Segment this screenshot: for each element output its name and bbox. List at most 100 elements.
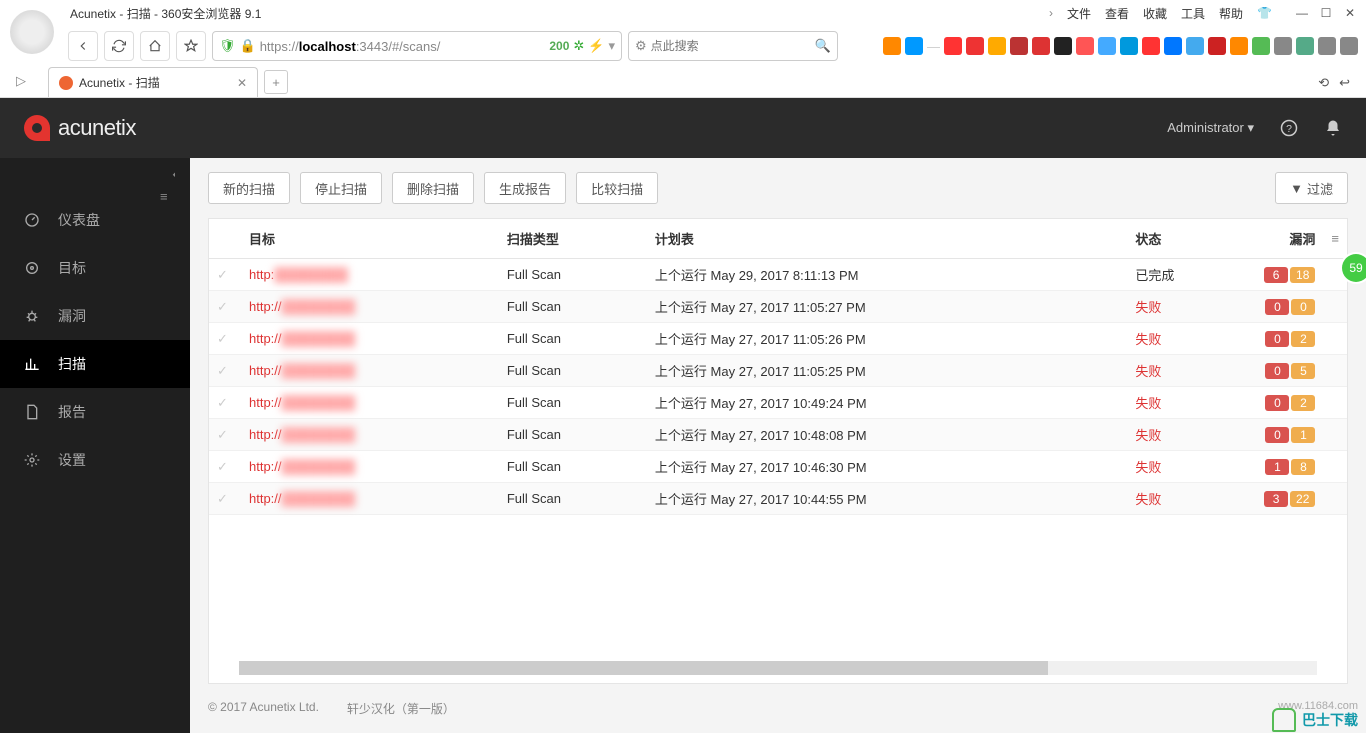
menu-tools[interactable]: 工具	[1181, 5, 1205, 22]
extension-icon[interactable]	[1274, 37, 1292, 55]
table-row[interactable]: ✓http://████████Full Scan上个运行 May 27, 20…	[209, 483, 1347, 515]
cell-scan-type: Full Scan	[499, 355, 647, 387]
extension-icon[interactable]	[1076, 37, 1094, 55]
extension-icon[interactable]	[1296, 37, 1314, 55]
table-row[interactable]: ✓http:████████Full Scan上个运行 May 29, 2017…	[209, 259, 1347, 291]
dropdown-icon[interactable]: ▾	[608, 38, 615, 54]
menu-fav[interactable]: 收藏	[1143, 5, 1167, 22]
cell-target[interactable]: http://████████	[241, 451, 499, 483]
browser-avatar[interactable]	[10, 10, 54, 54]
sidebar-item-targets[interactable]: 目标	[0, 244, 190, 292]
menu-file[interactable]: 文件	[1067, 5, 1091, 22]
close-window-icon[interactable]: ✕	[1342, 5, 1358, 21]
delete-scan-button[interactable]: 删除扫描	[392, 172, 474, 204]
address-bar[interactable]: 🛡 🔒 https://localhost:3443/#/scans/ 200 …	[212, 31, 622, 61]
extension-icon[interactable]	[1208, 37, 1226, 55]
table-row[interactable]: ✓http://████████Full Scan上个运行 May 27, 20…	[209, 419, 1347, 451]
extension-icon[interactable]	[1186, 37, 1204, 55]
check-icon[interactable]: ✓	[217, 299, 233, 315]
col-checkbox[interactable]	[209, 219, 241, 259]
extension-icon[interactable]	[1230, 37, 1248, 55]
extension-icon[interactable]	[1054, 37, 1072, 55]
extension-icon[interactable]	[944, 37, 962, 55]
extension-icon[interactable]	[988, 37, 1006, 55]
check-icon[interactable]: ✓	[217, 395, 233, 411]
check-icon[interactable]: ✓	[217, 491, 233, 507]
compare-scan-button[interactable]: 比较扫描	[576, 172, 658, 204]
extension-icon[interactable]	[1142, 37, 1160, 55]
reload-button[interactable]	[104, 31, 134, 61]
cell-target[interactable]: http://████████	[241, 291, 499, 323]
restore-tab-icon[interactable]: ⟲	[1318, 75, 1329, 91]
col-schedule[interactable]: 计划表	[647, 219, 1127, 259]
tab-close-icon[interactable]: ✕	[237, 76, 247, 90]
check-icon[interactable]: ✓	[217, 331, 233, 347]
sidebar-item-settings[interactable]: 设置	[0, 436, 190, 484]
check-icon[interactable]: ✓	[217, 363, 233, 379]
user-menu[interactable]: Administrator ▾	[1167, 120, 1254, 136]
extension-icon[interactable]	[883, 37, 901, 55]
horizontal-scrollbar[interactable]	[239, 661, 1317, 675]
menu-view[interactable]: 查看	[1105, 5, 1129, 22]
check-icon[interactable]: ✓	[217, 267, 233, 283]
table-row[interactable]: ✓http://████████Full Scan上个运行 May 27, 20…	[209, 291, 1347, 323]
extension-icon[interactable]	[1164, 37, 1182, 55]
search-engine-icon[interactable]: ⚙	[635, 38, 647, 54]
cell-target[interactable]: http://████████	[241, 483, 499, 515]
extension-icon[interactable]	[1120, 37, 1138, 55]
extension-icon[interactable]	[905, 37, 923, 55]
maximize-icon[interactable]: ☐	[1318, 5, 1334, 21]
chevron-right-icon[interactable]: ›	[1049, 6, 1053, 20]
new-scan-button[interactable]: 新的扫描	[208, 172, 290, 204]
stop-scan-button[interactable]: 停止扫描	[300, 172, 382, 204]
minimize-icon[interactable]: —	[1294, 5, 1310, 21]
security-score-badge[interactable]: 59	[1342, 254, 1366, 282]
cell-target[interactable]: http://████████	[241, 355, 499, 387]
cell-target[interactable]: http://████████	[241, 387, 499, 419]
bell-icon[interactable]	[1324, 119, 1342, 137]
extension-icon[interactable]	[1340, 37, 1358, 55]
home-button[interactable]	[140, 31, 170, 61]
extension-icon[interactable]	[1010, 37, 1028, 55]
favorite-button[interactable]	[176, 31, 206, 61]
col-scan-type[interactable]: 扫描类型	[499, 219, 647, 259]
sidebar-item-vulns[interactable]: 漏洞	[0, 292, 190, 340]
extension-icon[interactable]	[1318, 37, 1336, 55]
cell-target[interactable]: http://████████	[241, 419, 499, 451]
brand-logo[interactable]: acunetix	[24, 115, 136, 141]
browser-tab[interactable]: Acunetix - 扫描 ✕	[48, 67, 258, 97]
search-input[interactable]	[651, 39, 811, 53]
table-row[interactable]: ✓http://████████Full Scan上个运行 May 27, 20…	[209, 451, 1347, 483]
help-icon[interactable]: ?	[1280, 119, 1298, 137]
back-button[interactable]	[68, 31, 98, 61]
tab-expand-icon[interactable]: ▷	[16, 73, 32, 89]
col-menu-icon[interactable]: ≡	[1323, 219, 1347, 259]
gen-report-button[interactable]: 生成报告	[484, 172, 566, 204]
search-icon[interactable]: 🔍	[815, 38, 831, 54]
undo-tab-icon[interactable]: ↩	[1339, 75, 1350, 91]
sidebar-item-reports[interactable]: 报告	[0, 388, 190, 436]
extension-icon[interactable]	[1032, 37, 1050, 55]
skin-icon[interactable]: 👕	[1257, 6, 1272, 20]
table-row[interactable]: ✓http://████████Full Scan上个运行 May 27, 20…	[209, 387, 1347, 419]
extension-icon[interactable]	[1098, 37, 1116, 55]
cell-target[interactable]: http:████████	[241, 259, 499, 291]
table-row[interactable]: ✓http://████████Full Scan上个运行 May 27, 20…	[209, 323, 1347, 355]
search-bar[interactable]: ⚙ 🔍	[628, 31, 838, 61]
col-target[interactable]: 目标	[241, 219, 499, 259]
cell-target[interactable]: http://████████	[241, 323, 499, 355]
table-row[interactable]: ✓http://████████Full Scan上个运行 May 27, 20…	[209, 355, 1347, 387]
check-icon[interactable]: ✓	[217, 427, 233, 443]
extension-icon[interactable]	[1252, 37, 1270, 55]
filter-button[interactable]: ▼ 过滤	[1275, 172, 1348, 204]
menu-help[interactable]: 帮助	[1219, 5, 1243, 22]
check-icon[interactable]: ✓	[217, 459, 233, 475]
cell-status: 失败	[1127, 419, 1243, 451]
col-status[interactable]: 状态	[1127, 219, 1243, 259]
extension-icon[interactable]	[966, 37, 984, 55]
new-tab-button[interactable]: +	[264, 70, 288, 94]
col-vuln[interactable]: 漏洞	[1243, 219, 1323, 259]
sidebar-collapse-icon[interactable]: ≡	[160, 168, 178, 186]
copyright: © 2017 Acunetix Ltd.	[208, 700, 319, 717]
sidebar-item-scans[interactable]: 扫描	[0, 340, 190, 388]
